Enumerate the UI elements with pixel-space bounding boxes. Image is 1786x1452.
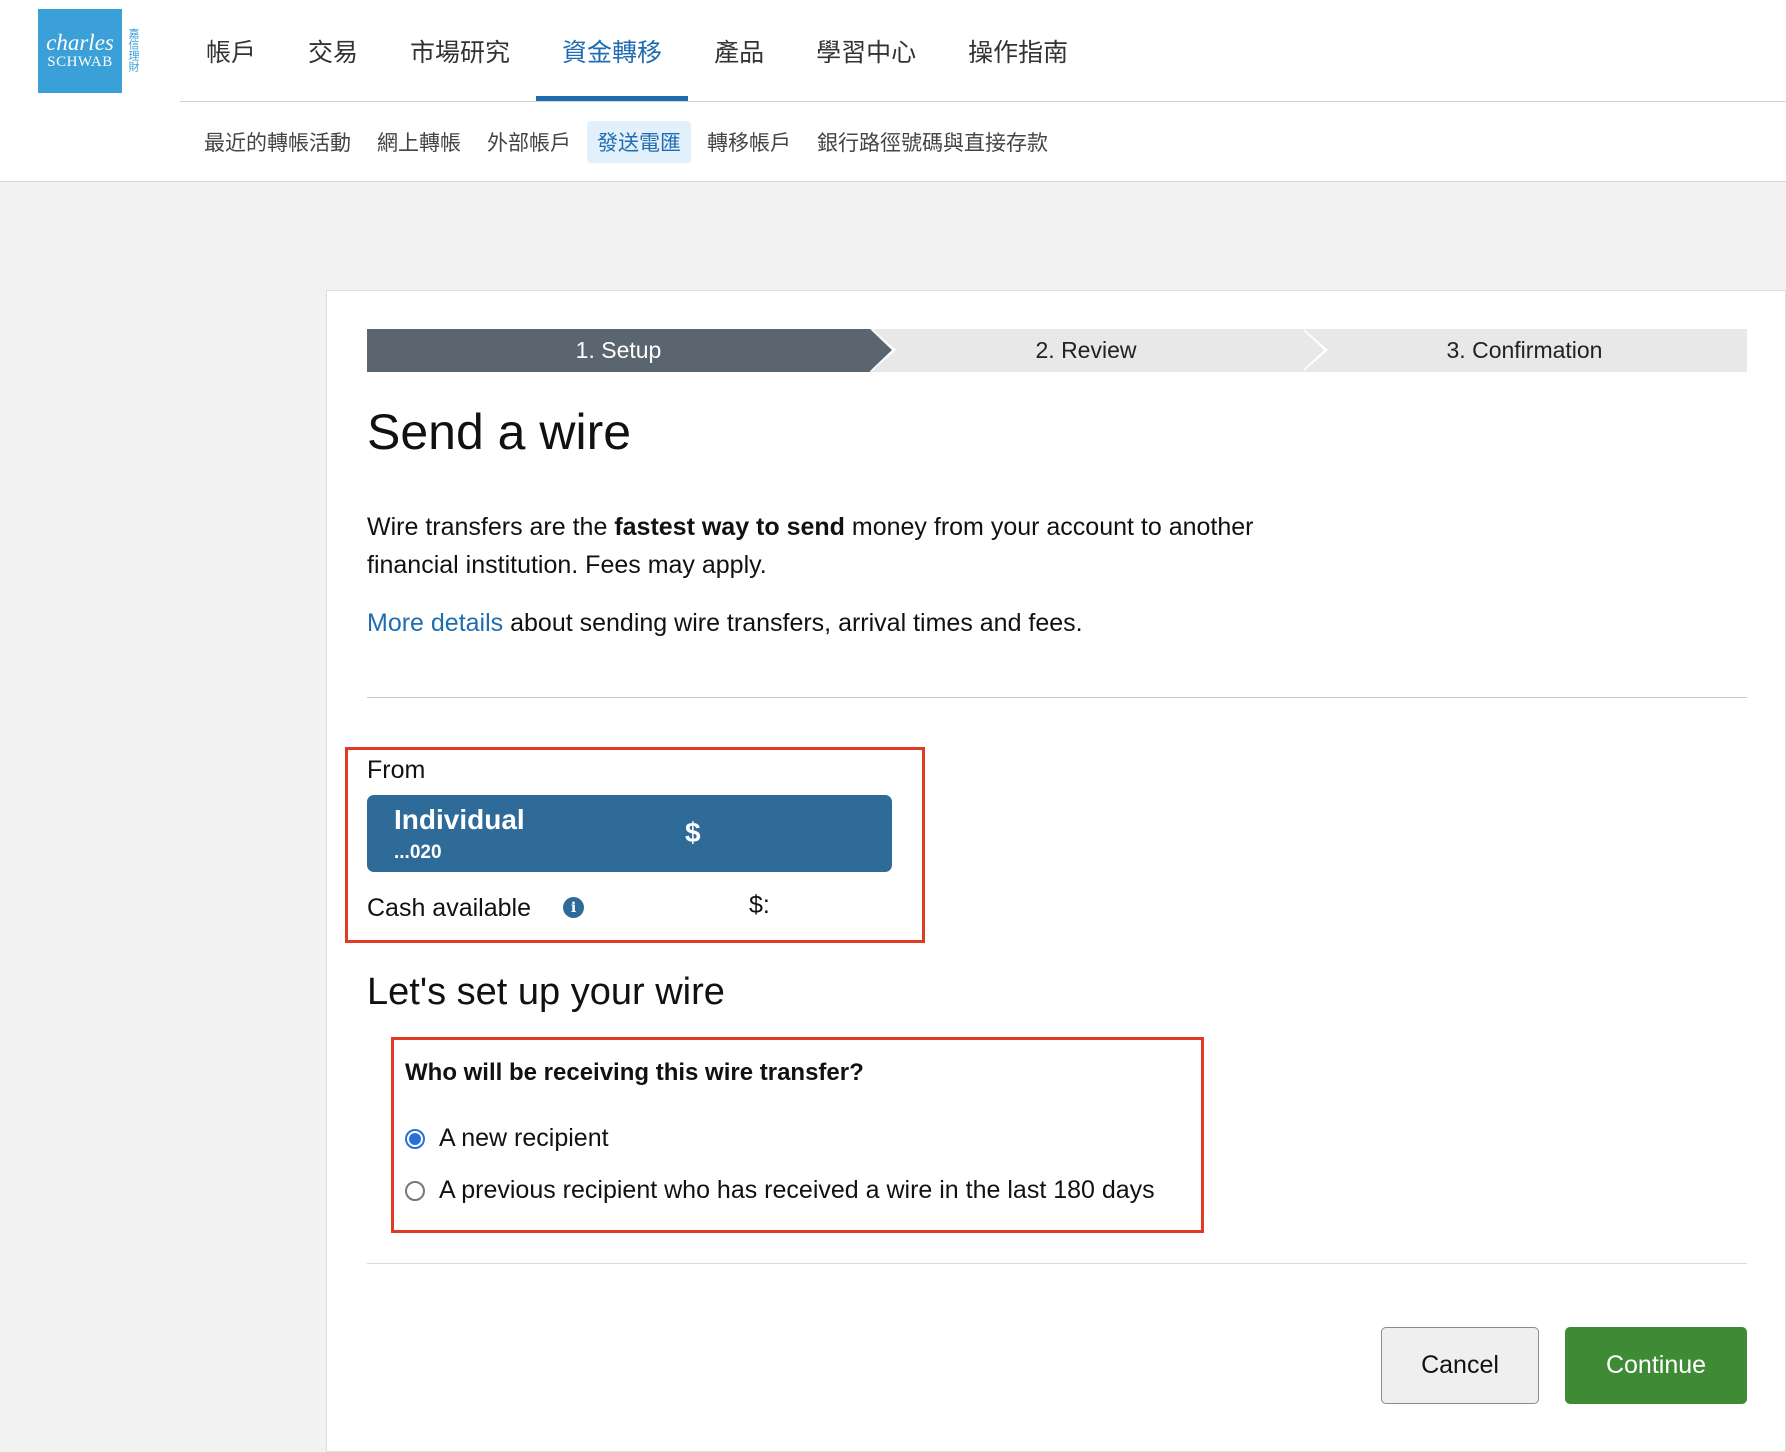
sub-nav-recent-activity[interactable]: 最近的轉帳活動 xyxy=(180,121,361,163)
intro-text-part1: Wire transfers are the xyxy=(367,513,615,541)
step-label: 2. Review xyxy=(1035,337,1137,363)
option-label: A previous recipient who has received a … xyxy=(439,1176,1155,1204)
logo-chinese-text: 嘉信理財 xyxy=(127,28,140,72)
sub-nav-send-wire[interactable]: 發送電匯 xyxy=(587,121,691,163)
option-label: A new recipient xyxy=(439,1124,609,1152)
actions-divider xyxy=(367,1263,1747,1264)
main-nav-label: 產品 xyxy=(714,38,765,67)
main-nav-learning-center[interactable]: 學習中心 xyxy=(790,0,942,101)
sub-nav-transfer-account[interactable]: 轉移帳戶 xyxy=(697,121,801,163)
option-new-recipient[interactable]: A new recipient xyxy=(405,1124,609,1153)
account-balance: $ xyxy=(685,817,701,848)
schwab-logo[interactable]: charles SCHWAB xyxy=(38,9,122,93)
step-label: 1. Setup xyxy=(575,337,662,363)
sub-nav-routing-direct-deposit[interactable]: 銀行路徑號碼與直接存款 xyxy=(807,121,1058,163)
step-label: 3. Confirmation xyxy=(1446,337,1603,363)
main-nav-label: 資金轉移 xyxy=(562,38,663,67)
intro-text: Wire transfers are the fastest way to se… xyxy=(367,508,1327,584)
main-nav-accounts[interactable]: 帳戶 xyxy=(180,0,282,101)
setup-subtitle: Let's set up your wire xyxy=(367,971,725,1013)
main-nav-trade[interactable]: 交易 xyxy=(282,0,384,101)
progress-stepper: 1. Setup 2. Review 3. Confirmation xyxy=(367,329,1747,372)
logo-text-schwab: SCHWAB xyxy=(47,54,113,70)
step-review: 2. Review xyxy=(870,329,1328,372)
nav-divider xyxy=(180,101,1786,102)
from-account-selector[interactable]: Individual ...020 $ xyxy=(367,795,892,872)
step-confirmation: 3. Confirmation xyxy=(1302,329,1747,372)
section-divider xyxy=(367,697,1747,698)
main-nav-label: 學習中心 xyxy=(816,38,917,67)
send-wire-card: 1. Setup 2. Review 3. Confirmation Send … xyxy=(326,290,1786,1452)
cash-available-label: Cash available xyxy=(367,894,531,922)
option-previous-recipient[interactable]: A previous recipient who has received a … xyxy=(405,1176,1155,1205)
cash-available-value: $: xyxy=(749,891,770,919)
from-label: From xyxy=(367,756,426,784)
main-nav-research[interactable]: 市場研究 xyxy=(384,0,536,101)
logo-text-charles: charles xyxy=(46,30,114,55)
radio-previous-recipient[interactable] xyxy=(405,1180,425,1201)
top-header: charles SCHWAB 嘉信理財 帳戶 交易 市場研究 資金轉移 產品 學… xyxy=(0,0,1786,182)
continue-button[interactable]: Continue xyxy=(1565,1327,1747,1404)
radio-new-recipient[interactable] xyxy=(405,1128,425,1149)
recipient-question: Who will be receiving this wire transfer… xyxy=(405,1059,864,1086)
main-nav-move-money[interactable]: 資金轉移 xyxy=(536,0,689,101)
details-text-rest: about sending wire transfers, arrival ti… xyxy=(503,609,1083,637)
chevron-right-icon xyxy=(870,329,892,371)
main-nav-label: 交易 xyxy=(308,38,359,67)
main-nav-label: 操作指南 xyxy=(968,38,1069,67)
intro-text-bold: fastest way to send xyxy=(614,513,845,541)
step-setup: 1. Setup xyxy=(367,329,896,372)
chevron-right-icon xyxy=(1302,329,1324,371)
more-details-link[interactable]: More details xyxy=(367,609,503,637)
main-nav-how-to[interactable]: 操作指南 xyxy=(942,0,1094,101)
info-icon[interactable]: i xyxy=(563,897,584,918)
page-title: Send a wire xyxy=(367,404,632,460)
account-name: Individual xyxy=(394,804,525,835)
main-nav-label: 市場研究 xyxy=(410,38,511,67)
sub-nav-online-transfer[interactable]: 網上轉帳 xyxy=(367,121,471,163)
cancel-button[interactable]: Cancel xyxy=(1381,1327,1539,1404)
sub-nav: 最近的轉帳活動 網上轉帳 外部帳戶 發送電匯 轉移帳戶 銀行路徑號碼與直接存款 xyxy=(180,121,1064,163)
sub-nav-external-accounts[interactable]: 外部帳戶 xyxy=(477,121,581,163)
account-number: ...020 xyxy=(394,842,442,863)
main-nav-products[interactable]: 產品 xyxy=(688,0,790,101)
main-nav: 帳戶 交易 市場研究 資金轉移 產品 學習中心 操作指南 xyxy=(180,0,1094,101)
main-nav-label: 帳戶 xyxy=(206,38,257,67)
details-text: More details about sending wire transfer… xyxy=(367,609,1083,638)
